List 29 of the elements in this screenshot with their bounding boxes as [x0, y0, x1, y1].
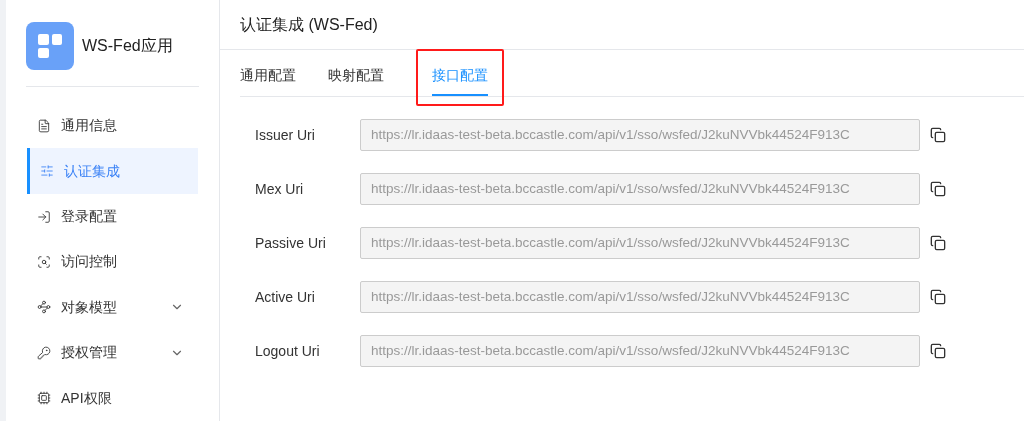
- copy-icon[interactable]: [930, 289, 946, 305]
- chip-icon: [37, 391, 51, 406]
- sidebar-item[interactable]: 认证集成: [27, 148, 198, 194]
- field-label: Logout Uri: [254, 341, 321, 361]
- sliders-icon: [40, 164, 54, 179]
- sidebar-item[interactable]: 对象模型: [27, 284, 198, 331]
- copy-icon[interactable]: [930, 127, 946, 143]
- app-logo-icon: [26, 22, 74, 70]
- app-title: WS-Fed应用: [82, 36, 173, 56]
- field-label: Active Uri: [254, 287, 316, 307]
- copy-icon[interactable]: [930, 181, 946, 197]
- sidebar-item[interactable]: 登录配置: [27, 193, 198, 240]
- scan-icon: [37, 254, 51, 269]
- sidebar-item[interactable]: 访问控制: [27, 239, 198, 285]
- sidebar-item[interactable]: API权限: [27, 375, 198, 421]
- nodes-icon: [37, 300, 51, 315]
- page-title: 认证集成 (WS-Fed): [240, 14, 378, 35]
- login-icon: [37, 209, 51, 224]
- key-icon: [37, 345, 51, 360]
- tab[interactable]: 通用配置: [240, 65, 296, 96]
- sidebar-item[interactable]: 通用信息: [27, 103, 198, 149]
- copy-icon[interactable]: [930, 343, 946, 359]
- tab[interactable]: 映射配置: [328, 65, 384, 96]
- field-label: Mex Uri: [254, 179, 305, 199]
- field-label: Issuer Uri: [254, 125, 316, 145]
- field-label: Passive Uri: [254, 233, 327, 253]
- sidebar-item[interactable]: 授权管理: [27, 330, 198, 376]
- copy-icon[interactable]: [930, 235, 946, 251]
- document-icon: [37, 118, 51, 133]
